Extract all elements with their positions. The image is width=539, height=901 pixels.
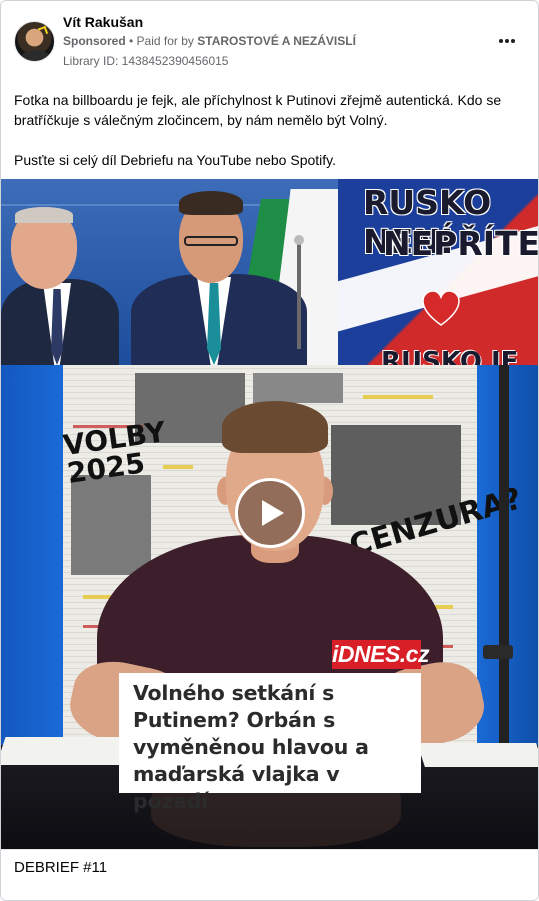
sponsored-post-card: Vít Rakušan Sponsored • Paid for by STAR… (0, 0, 539, 901)
sponsor-line: Sponsored • Paid for by STAROSTOVÉ A NEZ… (63, 34, 356, 48)
person-left-hair (15, 207, 73, 223)
avatar-spark-icon (37, 25, 49, 37)
light-stand (499, 365, 509, 745)
person-right-glasses (184, 236, 238, 246)
avatar-shirt (21, 50, 50, 61)
news-headline: Volného setkání s Putinem? Orbán s vyměn… (133, 681, 369, 813)
sponsored-label: Sponsored (63, 34, 126, 48)
library-id: Library ID: 1438452390456015 (63, 54, 229, 68)
desk-newspaper (417, 743, 538, 767)
newspaper-highlight (363, 395, 433, 399)
newspaper-photo (253, 373, 343, 403)
video-media[interactable]: RUSKO NENÍ NEPŘÍTEL RUSKO JE (1, 179, 539, 849)
post-header: Vít Rakušan Sponsored • Paid for by STAR… (1, 1, 538, 81)
desk-newspaper (1, 737, 130, 765)
more-horizontal-icon-dot (505, 39, 509, 43)
media-caption: DEBRIEF #11 (14, 859, 108, 876)
billboard-text-line-3: RUSKO JE (381, 347, 519, 365)
page-avatar[interactable] (14, 21, 55, 62)
play-button[interactable] (235, 478, 305, 548)
more-options-button[interactable] (495, 31, 519, 51)
payer-name[interactable]: STAROSTOVÉ A NEZÁVISLÍ (197, 34, 356, 48)
light-stand-clamp (483, 645, 513, 659)
presenter-hair (222, 401, 328, 453)
microphone-stand (297, 239, 301, 349)
heart-icon (422, 290, 460, 326)
billboard-image: RUSKO NENÍ NEPŘÍTEL RUSKO JE (1, 179, 539, 365)
news-headline-box: Volného setkání s Putinem? Orbán s vyměn… (119, 673, 421, 813)
billboard-text-line-2: NEPŘÍTEL (383, 224, 539, 263)
more-horizontal-icon-dot (511, 39, 515, 43)
person-right-hair (179, 191, 243, 215)
play-icon (261, 500, 284, 526)
paid-for-prefix: • Paid for by (125, 34, 198, 48)
post-text: Fotka na billboardu je fejk, ale příchyl… (14, 90, 526, 170)
post-text-paragraph: Fotka na billboardu je fejk, ale příchyl… (14, 92, 502, 128)
post-text-paragraph: Pusťte si celý díl Debriefu na YouTube n… (14, 152, 337, 168)
more-horizontal-icon (499, 39, 503, 43)
idnes-logo: iDNES.cz (332, 640, 429, 669)
page-name-link[interactable]: Vít Rakušan (63, 14, 143, 30)
newspaper-photo (71, 475, 151, 575)
microphone-head (294, 235, 304, 245)
